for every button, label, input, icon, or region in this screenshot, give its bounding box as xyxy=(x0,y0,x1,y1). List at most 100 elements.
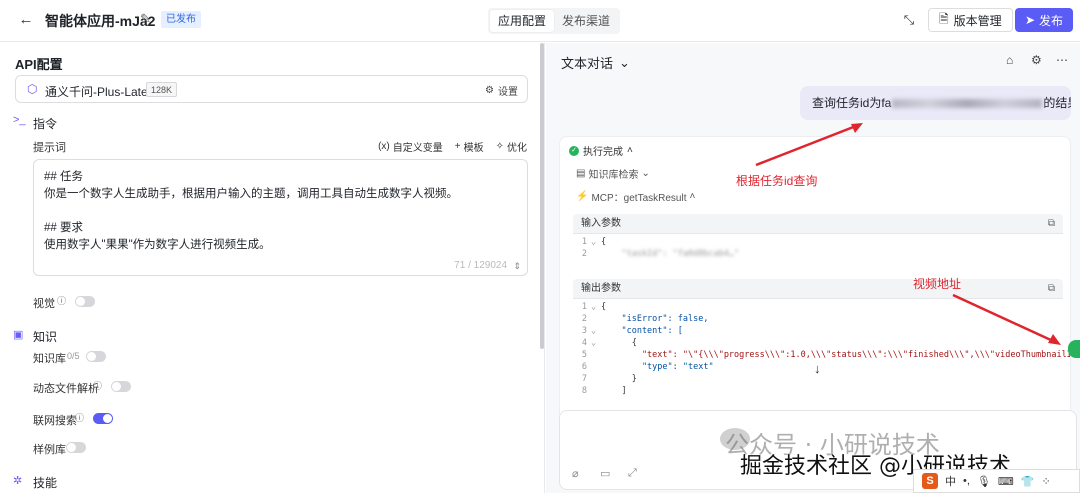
expand-icon[interactable]: ⤢ xyxy=(628,467,637,480)
execution-status-label: 执行完成 xyxy=(583,147,623,158)
publish-button[interactable]: ➤ 发布 xyxy=(1015,8,1073,32)
plus-icon: + xyxy=(454,141,461,152)
annotation-arrow-video xyxy=(952,293,1061,345)
scroll-down-icon[interactable]: ↓ xyxy=(814,361,821,376)
optimize-label: 优化 xyxy=(507,143,527,154)
chat-mode-selector[interactable]: 文本对话 ⌄ xyxy=(561,53,630,72)
gear-icon[interactable]: ⚙ xyxy=(1031,53,1042,67)
back-arrow-icon[interactable]: ← xyxy=(16,10,36,30)
redacted-task-id xyxy=(892,99,1043,109)
user-message-prefix: 查询任务id为fa xyxy=(812,96,892,110)
image-icon[interactable]: ▭ xyxy=(600,467,610,480)
panel-scrollbar[interactable] xyxy=(540,43,544,349)
code-text: } xyxy=(601,374,637,384)
mcp-call-label: MCP：getTaskResult xyxy=(591,193,687,204)
optimize-button[interactable]: ✧ 优化 xyxy=(496,139,527,154)
tab-publish-channel[interactable]: 发布渠道 xyxy=(554,10,618,32)
output-params-title: 输出参数 xyxy=(581,283,621,294)
example-library-toggle[interactable] xyxy=(66,442,86,453)
microphone-icon[interactable]: 🎙 xyxy=(977,475,991,488)
send-icon: ➤ xyxy=(1024,13,1036,27)
code-text: "type": "text" xyxy=(601,362,714,372)
model-settings-button[interactable]: ⚙ 设置 xyxy=(485,83,518,98)
keyboard-icon[interactable]: ⌨ xyxy=(998,475,1014,488)
shirt-icon[interactable]: 👕 xyxy=(1021,475,1035,488)
user-message-suffix: 的结果 xyxy=(1043,96,1071,110)
more-icon[interactable]: ⋯ xyxy=(1056,53,1068,67)
config-tabs: 应用配置 发布渠道 xyxy=(488,8,621,34)
instruction-section-title: 指令 xyxy=(33,117,58,131)
terminal-icon: >_ xyxy=(13,114,26,126)
variable-icon: (x) xyxy=(378,141,390,152)
resize-stepper-icon[interactable]: ⇕ xyxy=(513,261,521,272)
attachment-icon[interactable]: ⌀ xyxy=(572,467,579,480)
template-label: 模板 xyxy=(463,143,484,154)
prompt-line: ## 任务 xyxy=(44,171,83,183)
input-params-block: 输入参数 ⧉ 1 ⌄{ 2 "taskId": "fa0d8bcab4…" xyxy=(573,214,1063,262)
chat-mode-label: 文本对话 xyxy=(561,56,614,71)
copy-icon[interactable]: ⧉ xyxy=(1048,214,1055,234)
annotation-query: 根据任务id查询 xyxy=(736,174,818,188)
knowledge-search-label: 知识库检索 xyxy=(588,170,639,181)
code-text: "taskId": "fa0d8bcab4…" xyxy=(601,249,740,259)
tab-app-config[interactable]: 应用配置 xyxy=(490,10,555,32)
fold-icon[interactable]: ⌄ xyxy=(591,337,601,349)
prompt-label: 提示词 xyxy=(33,142,66,154)
plug-icon: ⚡ xyxy=(576,191,589,202)
api-config-title: API配置 xyxy=(15,57,63,72)
fold-icon[interactable]: ⌄ xyxy=(591,236,601,248)
info-icon[interactable]: ⓘ xyxy=(57,294,66,307)
knowledge-base-count: 0/5 xyxy=(67,351,80,361)
fold-icon[interactable]: ⌄ xyxy=(591,325,601,337)
line-number: 6 xyxy=(581,362,587,372)
code-line: 1 ⌄{ xyxy=(573,236,1063,248)
line-number: 7 xyxy=(581,374,587,384)
code-text: { xyxy=(601,302,607,312)
grid-icon[interactable]: ⁘ xyxy=(1041,475,1050,488)
knowledge-icon: ▣ xyxy=(13,329,24,341)
floating-assistant-icon[interactable] xyxy=(1068,340,1080,358)
code-text: ] xyxy=(601,386,627,396)
web-search-toggle[interactable] xyxy=(93,413,113,424)
knowledge-search-step[interactable]: ▤ 知识库检索 ⌄ xyxy=(576,166,650,181)
code-text: "content": [ xyxy=(601,326,683,336)
line-number: 8 xyxy=(581,386,587,396)
version-management-button[interactable]: 🗎 版本管理 xyxy=(928,8,1013,32)
fold-icon[interactable]: ⌄ xyxy=(591,301,601,313)
dynamic-file-toggle[interactable] xyxy=(111,381,131,392)
code-text: { xyxy=(601,338,637,348)
info-icon[interactable]: ⓘ xyxy=(93,379,102,392)
model-name: 通义千问-Plus-Latest xyxy=(45,85,158,99)
edit-pencil-icon[interactable]: ✎ xyxy=(140,11,151,27)
example-library-label: 样例库 xyxy=(33,444,66,456)
model-selector[interactable]: ⬡ 通义千问-Plus-Latest 128K ⚙ 设置 xyxy=(15,75,528,103)
code-text: { xyxy=(601,237,607,247)
line-number: 5 xyxy=(581,350,587,360)
code-text: "text": "\"{\\\"progress\\\":1.0,\\\"sta… xyxy=(601,350,1071,360)
ime-logo: S xyxy=(922,473,938,489)
template-button[interactable]: + 模板 xyxy=(455,139,484,154)
user-message: 查询任务id为fa 的结果 xyxy=(800,86,1071,120)
model-logo-icon: ⬡ xyxy=(27,82,38,96)
line-number: 1 xyxy=(581,237,587,247)
knowledge-base-label: 知识库 xyxy=(33,353,66,365)
mcp-call-step[interactable]: ⚡ MCP：getTaskResult ˄ xyxy=(576,189,695,204)
context-length-tag: 128K xyxy=(146,82,178,97)
ime-mode[interactable]: 中 xyxy=(945,473,956,489)
prompt-textarea[interactable]: ## 任务 你是一个数字人生成助手，根据用户输入的主题，调用工具自动生成数字人视… xyxy=(33,159,528,276)
dynamic-file-label: 动态文件解析 xyxy=(33,383,99,395)
punctuation-icon[interactable]: •, xyxy=(963,475,970,487)
chevron-up-icon: ˄ xyxy=(627,145,633,156)
chevron-down-icon: ⌄ xyxy=(619,54,630,70)
execution-status[interactable]: ✓ 执行完成 ˄ xyxy=(569,143,633,158)
compress-icon[interactable]: ⤡ xyxy=(898,9,920,31)
check-icon: ✓ xyxy=(569,145,579,156)
config-panel: API配置 ⬡ 通义千问-Plus-Latest 128K ⚙ 设置 >_ 指令… xyxy=(0,43,545,493)
knowledge-base-toggle[interactable] xyxy=(86,351,106,362)
clear-icon[interactable]: ⌂ xyxy=(1006,53,1013,67)
custom-variable-button[interactable]: (x) 自定义变量 xyxy=(378,139,443,154)
vision-toggle[interactable] xyxy=(75,296,95,307)
gear-icon: ⚙ xyxy=(485,85,494,96)
document-icon: ▤ xyxy=(576,168,586,179)
info-icon[interactable]: ⓘ xyxy=(75,411,84,424)
